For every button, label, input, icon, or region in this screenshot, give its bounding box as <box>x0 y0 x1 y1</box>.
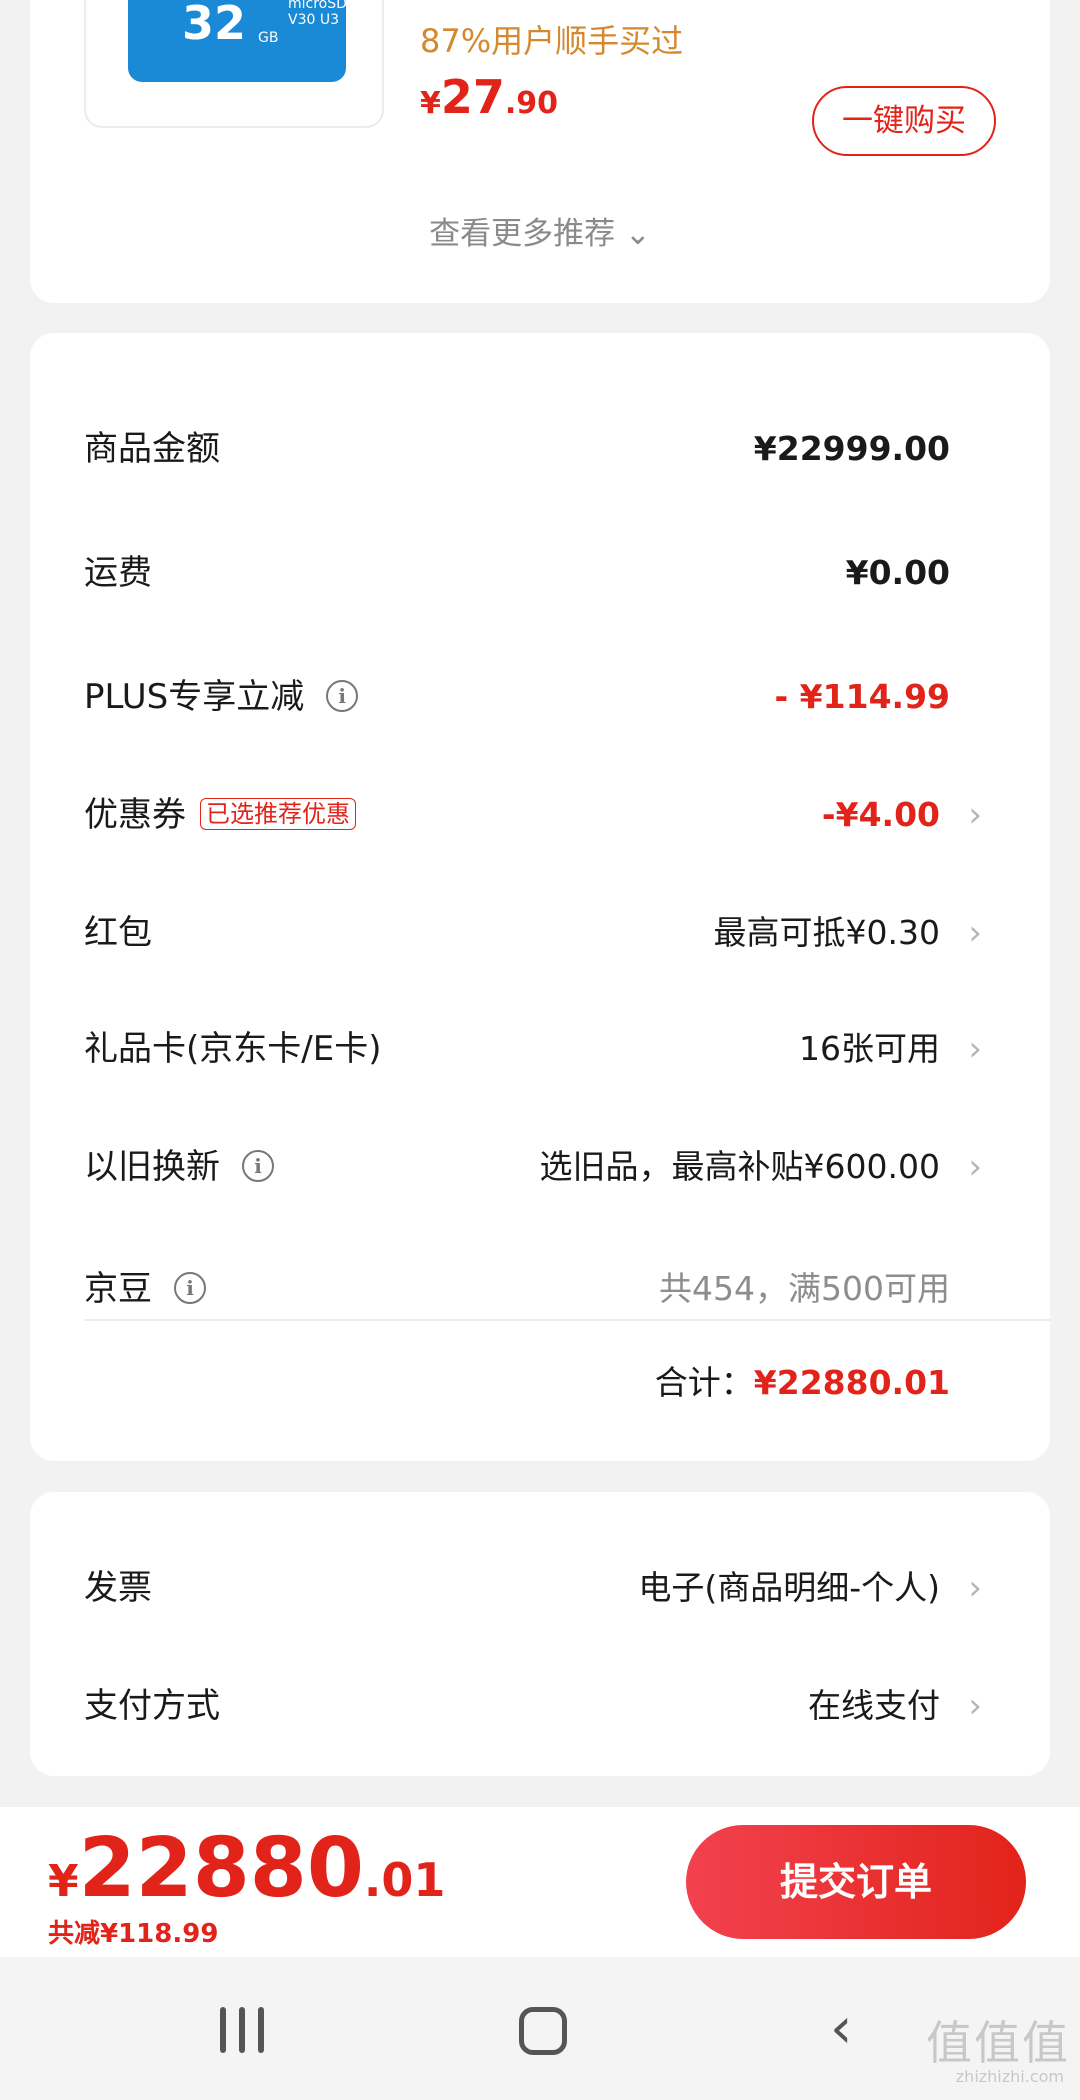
info-icon[interactable]: i <box>326 679 359 712</box>
price-detail-card: 商品金额 ¥22999.00 运费 ¥0.00 PLUS专享立减 i - ¥114… <box>30 333 1050 1461</box>
checkout-bar: ¥22880.01 共减¥118.99 提交订单 <box>0 1807 1080 1957</box>
row-label-wrap: PLUS专享立减 i <box>84 667 359 727</box>
recent-apps-icon[interactable] <box>220 2007 264 2053</box>
total-amount: ¥22880.01 <box>753 1363 950 1402</box>
recommend-price: ¥27.90 <box>420 70 558 124</box>
chevron-right-icon: › <box>968 1686 982 1726</box>
total-label: 合计： <box>654 1363 754 1402</box>
row-value: - ¥114.99 <box>774 677 951 716</box>
final-price-integer: 22880 <box>78 1821 364 1916</box>
one-click-buy-button[interactable]: 一键购买 <box>812 86 996 156</box>
divider <box>84 1319 1050 1321</box>
watermark: 值值值 <box>926 2016 1070 2070</box>
chevron-right-icon: › <box>968 913 982 953</box>
final-price-currency: ¥ <box>48 1856 79 1907</box>
price-integer: 27 <box>440 70 505 124</box>
row-value: 选旧品，最高补贴¥600.00 <box>539 1147 940 1186</box>
final-price-decimal: .01 <box>363 1853 446 1907</box>
row-value: 16张可用 <box>799 1029 940 1068</box>
row-trade-in[interactable]: 以旧换新 i 选旧品，最高补贴¥600.00 › <box>84 1137 996 1197</box>
row-label: 支付方式 <box>84 1686 220 1726</box>
row-shipping: 运费 ¥0.00 <box>84 543 996 603</box>
product-capacity: 32 <box>182 0 247 50</box>
invoice-payment-card: 发票 电子(商品明细-个人) › 支付方式 在线支付 › <box>30 1492 1050 1776</box>
info-icon[interactable]: i <box>242 1149 274 1182</box>
home-icon[interactable] <box>519 2007 567 2055</box>
buy-percent-text: 87%用户顺手买过 <box>420 22 684 60</box>
row-value: 电子(商品明细-个人) <box>638 1568 940 1607</box>
info-icon[interactable]: i <box>174 1271 206 1304</box>
recommend-card: 32 GB microSDHC V30 U3 87%用户顺手买过 ¥27.90 … <box>30 0 1050 303</box>
row-label-wrap: 以旧换新 i <box>84 1137 274 1197</box>
row-label: 京豆 <box>84 1269 152 1309</box>
system-nav-bar: ‹ 值值值 zhizhizhi.com <box>0 1957 1080 2100</box>
price-currency: ¥ <box>420 86 441 121</box>
row-red-packet[interactable]: 红包 最高可抵¥0.30 › <box>84 903 996 963</box>
row-jd-beans: 京豆 i 共454，满500可用 <box>84 1259 996 1319</box>
row-value: ¥0.00 <box>845 553 950 592</box>
row-label: 发票 <box>84 1568 152 1608</box>
chevron-right-icon: › <box>968 1029 982 1069</box>
sd-card-image: 32 GB microSDHC V30 U3 <box>128 0 367 82</box>
watermark-url: zhizhizhi.com <box>955 2067 1064 2086</box>
row-value: 共454，满500可用 <box>659 1269 950 1308</box>
row-plus-discount: PLUS专享立减 i - ¥114.99 <box>84 667 996 727</box>
product-thumbnail[interactable]: 32 GB microSDHC V30 U3 <box>84 0 384 128</box>
back-icon[interactable]: ‹ <box>830 2001 852 2057</box>
row-label: 红包 <box>84 913 152 953</box>
row-label-wrap: 京豆 i <box>84 1259 206 1319</box>
product-logos: microSDHC V30 U3 <box>288 0 368 28</box>
row-gift-card[interactable]: 礼品卡(京东卡/E卡) 16张可用 › <box>84 1019 996 1079</box>
more-recommend-link[interactable]: 查看更多推荐 ⌄ <box>30 208 1050 253</box>
row-value: -¥4.00 <box>821 795 940 834</box>
chevron-right-icon: › <box>968 795 982 835</box>
total-row: 合计：¥22880.01 <box>655 1353 950 1413</box>
row-label: PLUS专享立减 <box>84 677 305 717</box>
row-payment-method[interactable]: 支付方式 在线支付 › <box>84 1676 996 1736</box>
row-label-wrap: 优惠券 已选推荐优惠 <box>84 785 356 845</box>
row-label: 优惠券 <box>84 795 186 835</box>
row-value: 最高可抵¥0.30 <box>713 913 940 952</box>
product-unit: GB <box>258 30 279 46</box>
coupon-tag: 已选推荐优惠 <box>200 797 356 830</box>
final-price: ¥22880.01 <box>48 1821 445 1916</box>
row-label: 商品金额 <box>84 429 220 469</box>
chevron-right-icon: › <box>968 1568 982 1608</box>
price-decimal: .90 <box>504 86 559 121</box>
total-saved: 共减¥118.99 <box>48 1919 219 1949</box>
row-label: 以旧换新 <box>84 1147 220 1187</box>
submit-order-button[interactable]: 提交订单 <box>686 1825 1026 1939</box>
row-label: 礼品卡(京东卡/E卡) <box>84 1029 382 1069</box>
row-coupon[interactable]: 优惠券 已选推荐优惠 -¥4.00 › <box>84 785 996 845</box>
chevron-right-icon: › <box>968 1147 982 1187</box>
row-value: 在线支付 <box>808 1686 940 1725</box>
row-invoice[interactable]: 发票 电子(商品明细-个人) › <box>84 1558 996 1618</box>
row-label: 运费 <box>84 553 152 593</box>
row-value: ¥22999.00 <box>753 429 950 468</box>
row-goods-amount: 商品金额 ¥22999.00 <box>84 419 996 479</box>
